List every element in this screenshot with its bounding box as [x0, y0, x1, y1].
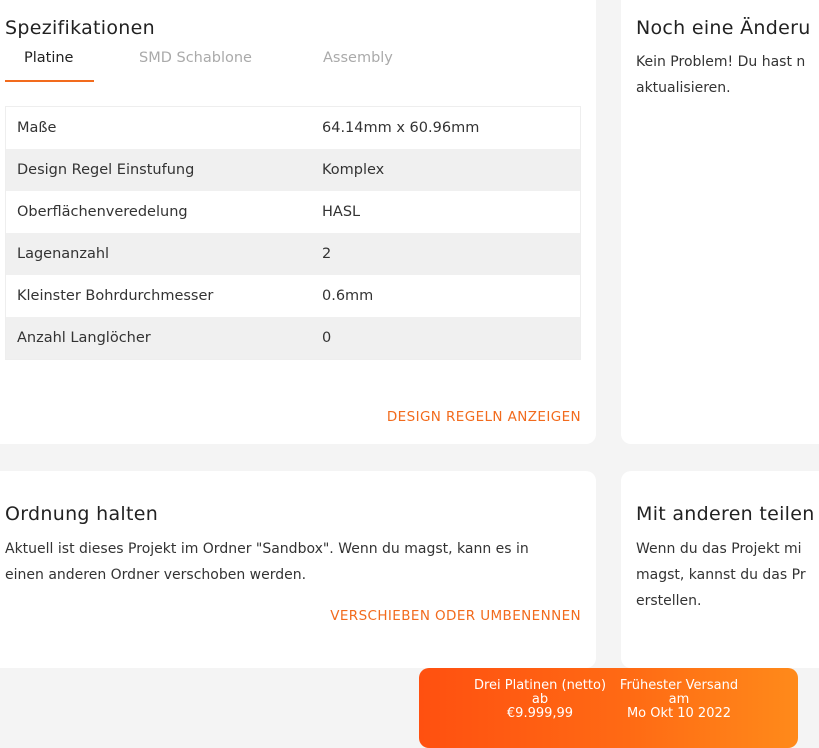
shipping-prefix: am — [668, 692, 690, 707]
spec-label: Maße — [17, 120, 57, 136]
change-card: Noch eine Änderu Kein Problem! Du hast n… — [621, 0, 819, 444]
specs-title: Spezifikationen — [5, 17, 155, 39]
shipping-info: Frühester Versand am Mo Okt 10 2022 — [609, 679, 749, 721]
specs-card: Spezifikationen Platine SMD Schablone As… — [0, 0, 596, 444]
shipping-date: Mo Okt 10 2022 — [626, 706, 732, 721]
table-row: Kleinster Bohrdurchmesser 0.6mm — [6, 275, 580, 317]
spec-value: HASL — [322, 204, 361, 220]
organize-card: Ordnung halten Aktuell ist dieses Projek… — [0, 471, 596, 668]
price-label: Drei Platinen (netto) — [473, 678, 607, 693]
table-row: Oberflächenveredelung HASL — [6, 191, 580, 233]
spec-table: Maße 64.14mm x 60.96mm Design Regel Eins… — [5, 106, 581, 360]
spec-value: 0.6mm — [322, 288, 374, 304]
share-text-line: magst, kannst du das Pr — [636, 567, 806, 583]
spec-value: 2 — [322, 246, 332, 262]
price-prefix: ab — [531, 692, 549, 707]
tab-platine[interactable]: Platine — [24, 50, 73, 75]
organize-text-line: einen anderen Ordner verschoben werden. — [5, 567, 307, 583]
move-or-rename-link[interactable]: VERSCHIEBEN ODER UMBENENNEN — [330, 608, 581, 624]
tab-assembly[interactable]: Assembly — [323, 50, 393, 75]
price-bar[interactable]: Drei Platinen (netto) ab €9.999,99 Frühe… — [419, 668, 798, 748]
spec-value: 0 — [322, 330, 332, 346]
shipping-label: Frühester Versand — [619, 678, 739, 693]
organize-text-line: Aktuell ist dieses Projekt im Ordner "Sa… — [5, 541, 529, 557]
spec-label: Design Regel Einstufung — [17, 162, 195, 178]
price-value: €9.999,99 — [506, 706, 574, 721]
specs-tabs: Platine SMD Schablone Assembly — [5, 50, 455, 82]
table-row: Design Regel Einstufung Komplex — [6, 149, 580, 191]
change-title: Noch eine Änderu — [636, 17, 811, 39]
organize-title: Ordnung halten — [5, 503, 159, 525]
share-card: Mit anderen teilen Wenn du das Projekt m… — [621, 471, 819, 668]
show-design-rules-link[interactable]: DESIGN REGELN ANZEIGEN — [387, 409, 581, 425]
change-text-line: Kein Problem! Du hast n — [636, 54, 806, 70]
spec-label: Kleinster Bohrdurchmesser — [17, 288, 214, 304]
change-text-line: aktualisieren. — [636, 80, 731, 96]
share-title: Mit anderen teilen — [636, 503, 815, 525]
spec-label: Anzahl Langlöcher — [17, 330, 151, 346]
price-info: Drei Platinen (netto) ab €9.999,99 — [469, 679, 611, 721]
tab-smd-schablone[interactable]: SMD Schablone — [139, 50, 252, 75]
table-row: Lagenanzahl 2 — [6, 233, 580, 275]
table-row: Anzahl Langlöcher 0 — [6, 317, 580, 359]
share-text-line: erstellen. — [636, 593, 702, 609]
share-text-line: Wenn du das Projekt mi — [636, 541, 802, 557]
spec-label: Lagenanzahl — [17, 246, 110, 262]
spec-value: Komplex — [322, 162, 385, 178]
spec-value: 64.14mm x 60.96mm — [322, 120, 480, 136]
table-row: Maße 64.14mm x 60.96mm — [6, 107, 580, 149]
spec-label: Oberflächenveredelung — [17, 204, 188, 220]
active-tab-indicator — [5, 80, 94, 82]
